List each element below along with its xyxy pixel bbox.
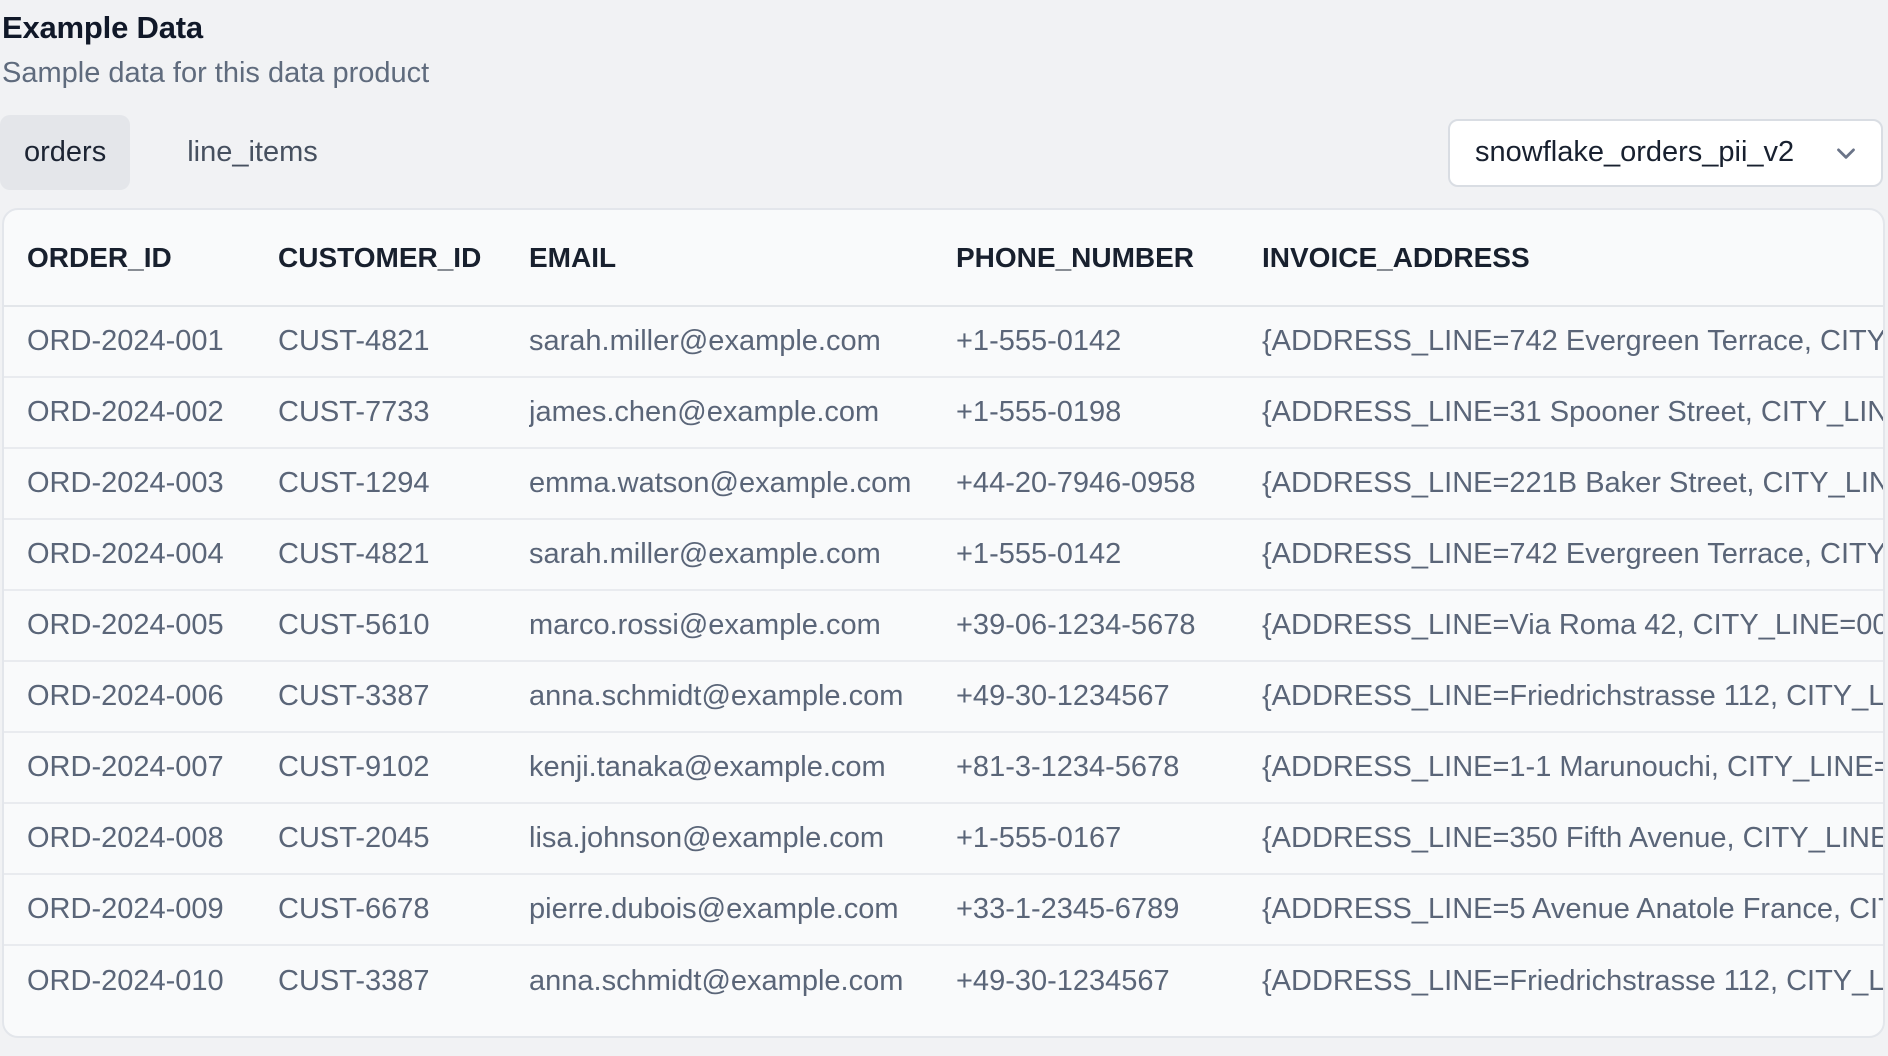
table-body: ORD-2024-001CUST-4821sarah.miller@exampl…: [4, 306, 1883, 1016]
table-cell: CUST-3387: [278, 945, 529, 1016]
table-row: ORD-2024-010CUST-3387anna.schmidt@exampl…: [4, 945, 1883, 1016]
table-cell: ORD-2024-003: [4, 448, 278, 519]
table-cell: +1-555-0142: [956, 306, 1262, 377]
dataset-version-value: snowflake_orders_pii_v2: [1475, 136, 1794, 169]
table-row: ORD-2024-008CUST-2045lisa.johnson@exampl…: [4, 803, 1883, 874]
table-row: ORD-2024-001CUST-4821sarah.miller@exampl…: [4, 306, 1883, 377]
table-cell: anna.schmidt@example.com: [529, 945, 956, 1016]
table-cell: {ADDRESS_LINE=350 Fifth Avenue, CITY_LIN…: [1262, 803, 1883, 874]
tab-orders[interactable]: orders: [0, 115, 130, 190]
table-cell: +44-20-7946-0958: [956, 448, 1262, 519]
table-cell: ORD-2024-004: [4, 519, 278, 590]
table-cell: james.chen@example.com: [529, 377, 956, 448]
table-cell: CUST-7733: [278, 377, 529, 448]
table-cell: {ADDRESS_LINE=221B Baker Street, CITY_LI…: [1262, 448, 1883, 519]
column-header-customer_id: CUSTOMER_ID: [278, 210, 529, 306]
table-cell: CUST-4821: [278, 519, 529, 590]
dataset-tabs: orders line_items: [0, 115, 342, 190]
table-row: ORD-2024-002CUST-7733james.chen@example.…: [4, 377, 1883, 448]
table-cell: ORD-2024-005: [4, 590, 278, 661]
column-header-order_id: ORDER_ID: [4, 210, 278, 306]
table-row: ORD-2024-007CUST-9102kenji.tanaka@exampl…: [4, 732, 1883, 803]
table-cell: ORD-2024-001: [4, 306, 278, 377]
tab-line-items[interactable]: line_items: [163, 115, 342, 190]
table-cell: +39-06-1234-5678: [956, 590, 1262, 661]
sample-data-table: ORDER_IDCUSTOMER_IDEMAILPHONE_NUMBERINVO…: [4, 210, 1883, 1016]
table-cell: +33-1-2345-6789: [956, 874, 1262, 945]
toolbar: orders line_items snowflake_orders_pii_v…: [0, 115, 1883, 190]
table-row: ORD-2024-003CUST-1294emma.watson@example…: [4, 448, 1883, 519]
table-cell: sarah.miller@example.com: [529, 306, 956, 377]
table-cell: {ADDRESS_LINE=Via Roma 42, CITY_LINE=001…: [1262, 590, 1883, 661]
table-cell: ORD-2024-009: [4, 874, 278, 945]
table-header-row: ORDER_IDCUSTOMER_IDEMAILPHONE_NUMBERINVO…: [4, 210, 1883, 306]
chevron-down-icon: [1831, 138, 1861, 168]
table-cell: {ADDRESS_LINE=742 Evergreen Terrace, CIT…: [1262, 519, 1883, 590]
page-subtitle: Sample data for this data product: [2, 55, 1888, 91]
table-cell: CUST-6678: [278, 874, 529, 945]
table-cell: pierre.dubois@example.com: [529, 874, 956, 945]
table-cell: CUST-1294: [278, 448, 529, 519]
page-title: Example Data: [2, 10, 1888, 46]
table-cell: anna.schmidt@example.com: [529, 661, 956, 732]
table-header: ORDER_IDCUSTOMER_IDEMAILPHONE_NUMBERINVO…: [4, 210, 1883, 306]
table-row: ORD-2024-006CUST-3387anna.schmidt@exampl…: [4, 661, 1883, 732]
column-header-email: EMAIL: [529, 210, 956, 306]
table-row: ORD-2024-005CUST-5610marco.rossi@example…: [4, 590, 1883, 661]
table-row: ORD-2024-009CUST-6678pierre.dubois@examp…: [4, 874, 1883, 945]
dataset-version-select[interactable]: snowflake_orders_pii_v2: [1448, 119, 1883, 187]
table-cell: +1-555-0167: [956, 803, 1262, 874]
table-cell: ORD-2024-008: [4, 803, 278, 874]
table-cell: {ADDRESS_LINE=31 Spooner Street, CITY_LI…: [1262, 377, 1883, 448]
table-cell: {ADDRESS_LINE=5 Avenue Anatole France, C…: [1262, 874, 1883, 945]
table-cell: {ADDRESS_LINE=742 Evergreen Terrace, CIT…: [1262, 306, 1883, 377]
column-header-invoice_address: INVOICE_ADDRESS: [1262, 210, 1883, 306]
table-cell: CUST-4821: [278, 306, 529, 377]
table-row: ORD-2024-004CUST-4821sarah.miller@exampl…: [4, 519, 1883, 590]
column-header-phone_number: PHONE_NUMBER: [956, 210, 1262, 306]
table-cell: CUST-3387: [278, 661, 529, 732]
table-cell: sarah.miller@example.com: [529, 519, 956, 590]
table-cell: lisa.johnson@example.com: [529, 803, 956, 874]
table-cell: +81-3-1234-5678: [956, 732, 1262, 803]
table-cell: CUST-5610: [278, 590, 529, 661]
sample-data-table-card: ORDER_IDCUSTOMER_IDEMAILPHONE_NUMBERINVO…: [2, 208, 1885, 1038]
table-cell: CUST-2045: [278, 803, 529, 874]
table-cell: ORD-2024-010: [4, 945, 278, 1016]
table-cell: ORD-2024-002: [4, 377, 278, 448]
table-cell: {ADDRESS_LINE=Friedrichstrasse 112, CITY…: [1262, 945, 1883, 1016]
table-cell: marco.rossi@example.com: [529, 590, 956, 661]
table-cell: +1-555-0198: [956, 377, 1262, 448]
table-cell: emma.watson@example.com: [529, 448, 956, 519]
table-cell: +49-30-1234567: [956, 945, 1262, 1016]
table-cell: {ADDRESS_LINE=Friedrichstrasse 112, CITY…: [1262, 661, 1883, 732]
table-cell: {ADDRESS_LINE=1-1 Marunouchi, CITY_LINE=…: [1262, 732, 1883, 803]
table-cell: ORD-2024-007: [4, 732, 278, 803]
table-cell: CUST-9102: [278, 732, 529, 803]
table-cell: kenji.tanaka@example.com: [529, 732, 956, 803]
table-cell: +1-555-0142: [956, 519, 1262, 590]
table-cell: ORD-2024-006: [4, 661, 278, 732]
table-cell: +49-30-1234567: [956, 661, 1262, 732]
